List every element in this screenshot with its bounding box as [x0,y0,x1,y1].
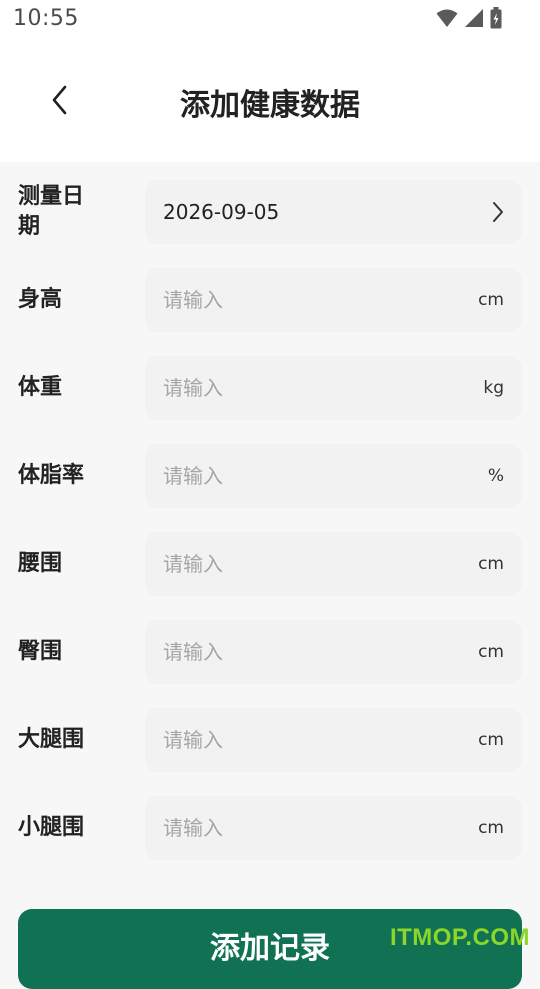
signal-icon [465,9,483,27]
calf-field: cm [145,796,522,860]
weight-unit: kg [483,378,504,398]
waist-input[interactable] [163,532,443,596]
height-unit: cm [478,290,504,310]
weight-field: kg [145,356,522,420]
body-fat-unit: % [487,466,504,486]
waist-unit: cm [478,554,504,574]
date-row: 测量日 期 2026-09-05 [0,180,540,268]
page-title: 添加健康数据 [180,88,360,123]
status-bar: 10:55 [0,0,540,38]
hip-unit: cm [478,642,504,662]
status-icons [436,7,502,29]
body-fat-field: % [145,444,522,508]
watermark-logo: ITMOP.COM [389,924,530,951]
hip-field: cm [145,620,522,684]
height-field: cm [145,268,522,332]
thigh-field: cm [145,708,522,772]
thigh-input[interactable] [163,708,443,772]
calf-row: 小腿围 cm [0,796,540,884]
date-label-line1: 测量日 [18,184,85,209]
thigh-row: 大腿围 cm [0,708,540,796]
waist-row: 腰围 cm [0,532,540,620]
body-fat-input[interactable] [163,444,443,508]
height-label: 身高 [18,287,63,312]
height-row: 身高 cm [0,268,540,356]
weight-label: 体重 [18,375,63,400]
date-label: 测量日 期 [18,182,128,242]
wifi-icon [436,9,458,27]
weight-row: 体重 kg [0,356,540,444]
weight-input[interactable] [163,356,443,420]
date-label-line2: 期 [18,214,41,239]
chevron-right-icon [493,202,503,222]
hip-input[interactable] [163,620,443,684]
thigh-unit: cm [478,730,504,750]
battery-icon [490,7,502,29]
waist-field: cm [145,532,522,596]
body-fat-label: 体脂率 [18,463,85,488]
calf-input[interactable] [163,796,443,860]
hip-label: 臀围 [18,639,63,664]
calf-unit: cm [478,818,504,838]
app-header: 添加健康数据 [0,38,540,162]
date-picker[interactable]: 2026-09-05 [145,180,522,244]
status-time: 10:55 [13,6,79,31]
date-value: 2026-09-05 [163,200,280,224]
hip-row: 臀围 cm [0,620,540,708]
body-fat-row: 体脂率 % [0,444,540,532]
thigh-label: 大腿围 [18,727,85,752]
height-input[interactable] [163,268,443,332]
calf-label: 小腿围 [18,815,85,840]
waist-label: 腰围 [18,551,63,576]
